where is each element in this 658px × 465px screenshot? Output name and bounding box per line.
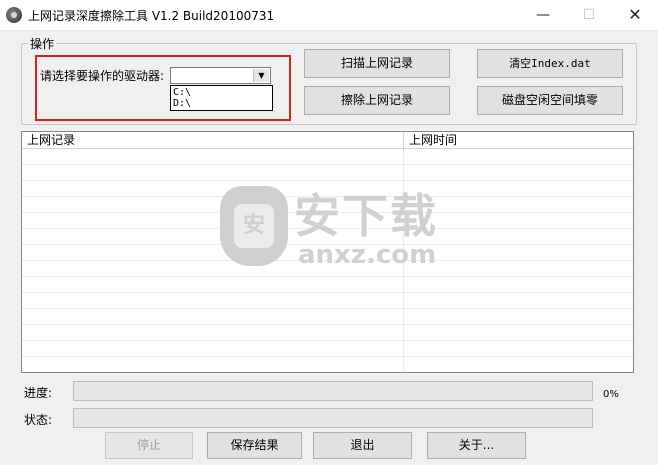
clear-index-dat-button[interactable]: 清空Index.dat <box>477 49 623 78</box>
erase-records-button[interactable]: 擦除上网记录 <box>304 86 450 115</box>
wipe-free-space-button[interactable]: 磁盘空闲空间填零 <box>477 86 623 115</box>
drive-option-d[interactable]: D:\ <box>173 98 272 109</box>
column-header-time[interactable]: 上网时间 <box>404 132 633 148</box>
maximize-button[interactable]: ☐ <box>566 0 612 30</box>
column-divider <box>403 149 404 372</box>
progress-bar <box>73 381 593 401</box>
exit-button[interactable]: 退出 <box>313 432 412 459</box>
operations-group-label: 操作 <box>28 35 57 52</box>
minimize-button[interactable]: — <box>520 0 566 30</box>
status-field <box>73 408 593 428</box>
chevron-down-icon[interactable]: ▼ <box>253 69 269 82</box>
listview-header: 上网记录 上网时间 <box>22 132 633 149</box>
about-button[interactable]: 关于... <box>427 432 526 459</box>
records-listview[interactable]: 上网记录 上网时间 <box>21 131 634 373</box>
progress-label: 进度: <box>24 386 53 400</box>
drive-select-label: 请选择要操作的驱动器: <box>40 69 165 83</box>
title-bar: 上网记录深度擦除工具 V1.2 Build20100731 — ☐ ✕ <box>0 0 658 31</box>
status-label: 状态: <box>24 413 53 427</box>
listview-rows <box>22 149 633 372</box>
drive-dropdown-list: C:\ D:\ <box>170 85 273 111</box>
close-button[interactable]: ✕ <box>612 0 658 30</box>
drive-option-c[interactable]: C:\ <box>173 87 272 98</box>
column-header-record[interactable]: 上网记录 <box>22 132 404 148</box>
scan-records-button[interactable]: 扫描上网记录 <box>304 49 450 78</box>
window-title: 上网记录深度擦除工具 V1.2 Build20100731 <box>28 9 275 23</box>
app-icon <box>6 7 22 23</box>
stop-button[interactable]: 停止 <box>105 432 193 459</box>
progress-percent: 0% <box>603 389 619 400</box>
save-results-button[interactable]: 保存结果 <box>207 432 302 459</box>
drive-combobox[interactable]: ▼ <box>170 67 271 84</box>
